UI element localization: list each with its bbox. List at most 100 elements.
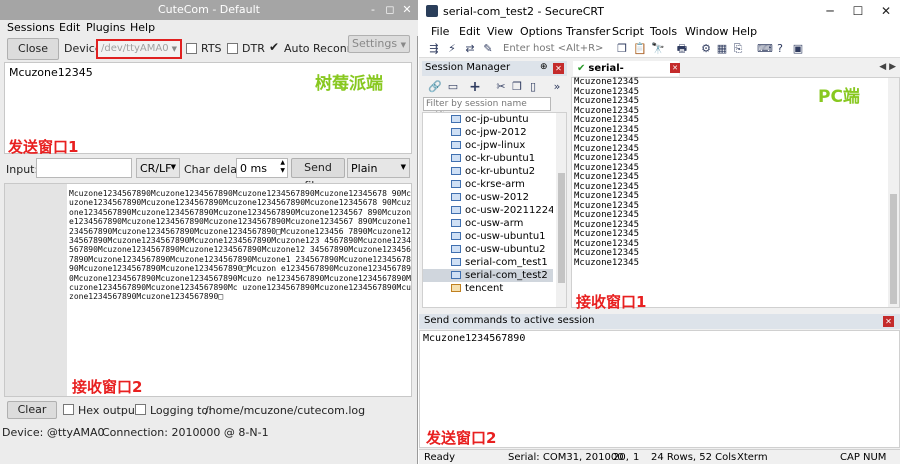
- add-session-icon[interactable]: +: [468, 80, 482, 94]
- connect-icon[interactable]: ⇶: [427, 42, 441, 56]
- send-commands-title: Send commands to active session: [424, 315, 595, 326]
- settings-icon[interactable]: ⚙: [699, 42, 713, 56]
- cutecom-statusbar: Device: @ttyAMA0 Connection: 2010000 @ 8…: [0, 426, 418, 440]
- close-icon[interactable]: ✕: [883, 316, 894, 327]
- session-item[interactable]: oc-jpw-linux: [423, 139, 553, 152]
- menu-script[interactable]: Script: [612, 25, 644, 38]
- session-item[interactable]: oc-usw-2012: [423, 191, 553, 204]
- close-icon[interactable]: ✕: [670, 63, 680, 73]
- session-item[interactable]: oc-jp-ubuntu: [423, 113, 553, 126]
- chevron-down-icon: ▼: [400, 41, 406, 49]
- session-item[interactable]: oc-jpw-2012: [423, 126, 553, 139]
- logging-checkbox[interactable]: [135, 404, 146, 415]
- cut-icon[interactable]: ✂: [494, 80, 508, 94]
- enter-host-input[interactable]: Enter host <Alt+R>: [503, 43, 603, 54]
- input-field[interactable]: [36, 158, 132, 178]
- menu-view[interactable]: View: [487, 25, 513, 38]
- paste-icon[interactable]: 📋: [633, 42, 647, 56]
- receive-output-area[interactable]: Mcuzone1234567890Mcuzone1234567890Mcuzon…: [4, 183, 412, 397]
- session-item[interactable]: oc-kr-ubuntu2: [423, 165, 553, 178]
- clear-button[interactable]: Clear: [7, 401, 57, 419]
- terminal-screen[interactable]: Mcuzone12345 Mcuzone12345 Mcuzone12345 Mcuz…: [571, 77, 900, 311]
- line-ending-select[interactable]: CR/LF ▼: [136, 158, 180, 178]
- terminal-scrollbar[interactable]: [888, 78, 899, 307]
- find-icon[interactable]: 🔭: [651, 42, 665, 56]
- session-icon: [451, 141, 461, 149]
- pin-icon[interactable]: ⊕: [540, 62, 548, 72]
- recv-window-1-annotation: 接收窗口1: [576, 293, 647, 311]
- auto-reconnect-check-icon[interactable]: ✔: [269, 40, 279, 54]
- menu-file[interactable]: File: [431, 25, 449, 38]
- sftp-icon[interactable]: ⎘: [731, 42, 745, 56]
- quick-connect-icon[interactable]: ⚡: [445, 42, 459, 56]
- help-icon[interactable]: ?: [773, 42, 787, 56]
- menu-plugins[interactable]: Plugins: [86, 21, 125, 34]
- paste-icon[interactable]: ▯: [526, 80, 540, 94]
- session-item[interactable]: serial-com_test1: [423, 256, 553, 269]
- tab-serial-com-test2[interactable]: ✔serial-com_test2 ✕: [573, 61, 680, 89]
- session-item-selected[interactable]: serial-com_test2: [423, 269, 553, 282]
- keymap-icon[interactable]: ⌨: [757, 42, 773, 56]
- folder-icon[interactable]: ▭: [446, 80, 460, 94]
- copy-icon[interactable]: ❐: [615, 42, 629, 56]
- menu-options[interactable]: Options: [520, 25, 562, 38]
- close-icon[interactable]: ✕: [553, 63, 564, 74]
- rts-checkbox[interactable]: [186, 43, 197, 54]
- session-item[interactable]: oc-usw-arm: [423, 217, 553, 230]
- reconnect-icon[interactable]: ✎: [481, 42, 495, 56]
- input-label: Input:: [6, 163, 39, 176]
- send-commands-input[interactable]: Mcuzone1234567890 发送窗口2: [419, 330, 900, 448]
- session-item[interactable]: oc-usw-20211224ne: [423, 204, 553, 217]
- chevron-down-icon: ▼: [170, 163, 176, 171]
- session-item[interactable]: oc-kr-ubuntu1: [423, 152, 553, 165]
- menu-edit[interactable]: Edit: [459, 25, 480, 38]
- connect-tab-icon[interactable]: ⇄: [463, 42, 477, 56]
- session-item[interactable]: oc-usw-ubuntu2: [423, 243, 553, 256]
- status-ready: Ready: [424, 452, 456, 463]
- session-icon: [451, 154, 461, 162]
- minimize-button[interactable]: ─: [816, 0, 844, 22]
- menu-transfer[interactable]: Transfer: [566, 25, 610, 38]
- menu-tools[interactable]: Tools: [650, 25, 677, 38]
- print-icon[interactable]: 🖶: [675, 42, 689, 56]
- send-file-button[interactable]: Send file...: [291, 158, 345, 192]
- hex-output-checkbox[interactable]: [63, 404, 74, 415]
- scrollbar-thumb[interactable]: [558, 173, 565, 283]
- session-filter-input[interactable]: Filter by session name <Alt...: [423, 97, 551, 121]
- global-options-icon[interactable]: ▦: [715, 42, 729, 56]
- minimize-button[interactable]: -: [366, 3, 380, 17]
- link-icon[interactable]: 🔗: [428, 80, 442, 94]
- format-select[interactable]: Plain ▼: [347, 158, 410, 178]
- close-port-button[interactable]: Close: [7, 38, 59, 60]
- menu-sessions[interactable]: Sessions: [7, 21, 55, 34]
- session-item[interactable]: tencent: [423, 282, 553, 295]
- char-delay-spinbox[interactable]: 0 ms ▲ ▼: [236, 158, 288, 178]
- hex-output-label: Hex output: [78, 404, 140, 417]
- copy-icon[interactable]: ❐: [510, 80, 524, 94]
- close-window-button[interactable]: ✕: [400, 3, 414, 17]
- device-combo[interactable]: /dev/ttyAMA0 ▼: [96, 39, 182, 59]
- dtr-checkbox[interactable]: [227, 43, 238, 54]
- image-icon[interactable]: ▣: [791, 42, 805, 56]
- device-value: /dev/ttyAMA0: [101, 43, 169, 54]
- session-icon: [451, 180, 461, 188]
- command-text: Mcuzone1234567890: [423, 333, 526, 344]
- session-item[interactable]: oc-krse-arm: [423, 178, 553, 191]
- more-icon[interactable]: »: [550, 80, 564, 94]
- menu-window[interactable]: Window: [685, 25, 728, 38]
- securecrt-statusbar: Ready Serial: COM31, 201000 20, 1 24 Row…: [419, 449, 900, 464]
- maximize-button[interactable]: ◻: [383, 3, 397, 17]
- menu-help[interactable]: Help: [130, 21, 155, 34]
- scrollbar-thumb[interactable]: [890, 194, 897, 304]
- menu-help[interactable]: Help: [732, 25, 757, 38]
- session-item[interactable]: oc-usw-ubuntu1: [423, 230, 553, 243]
- tab-nav-arrows-icon[interactable]: ◀ ▶: [879, 62, 896, 72]
- session-list-scrollbar[interactable]: [556, 113, 566, 307]
- settings-button[interactable]: Settings ▼: [348, 35, 410, 53]
- status-cap: CAP: [840, 452, 860, 463]
- menu-edit[interactable]: Edit: [59, 21, 80, 34]
- close-window-button[interactable]: ✕: [872, 0, 900, 22]
- spinner-arrows-icon[interactable]: ▲ ▼: [280, 159, 285, 175]
- maximize-button[interactable]: ☐: [844, 0, 872, 22]
- securecrt-menubar: File Edit View Options Transfer Script T…: [419, 22, 900, 40]
